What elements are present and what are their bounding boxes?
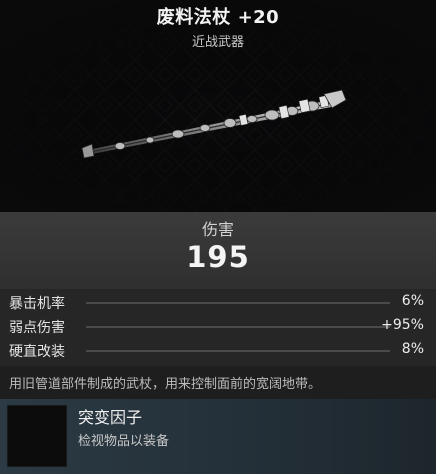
stat-value: 6% bbox=[401, 293, 424, 309]
mutator-slot-hint: 检视物品以装备 bbox=[78, 434, 170, 449]
scrap-staff-icon bbox=[81, 89, 347, 158]
damage-value: 195 bbox=[186, 240, 250, 274]
mutator-slot-title: 突变因子 bbox=[78, 408, 143, 427]
stat-name: 硬直改装 bbox=[9, 344, 65, 360]
mutator-slot-panel[interactable]: 突变因子 检视物品以装备 bbox=[0, 399, 436, 474]
item-type: 近战武器 bbox=[191, 35, 244, 50]
description-panel: 用旧管道部件制成的武杖，用来控制面前的宽阔地带。 bbox=[0, 366, 436, 399]
stat-row-crit-chance: 暴击机率 6% bbox=[0, 290, 436, 314]
stat-row-stagger: 硬直改装 8% bbox=[0, 338, 436, 362]
stats-panel: 暴击机率 6% 弱点伤害 +95% 硬直改装 8% bbox=[0, 289, 436, 366]
damage-panel: 伤害 195 bbox=[0, 212, 436, 289]
damage-label: 伤害 bbox=[201, 220, 234, 239]
item-tooltip: 废料法杖 +20 近战武器 伤害 195 暴击机率 6% 弱点伤害 +95% 硬… bbox=[0, 0, 436, 474]
item-name: 废料法杖 +20 bbox=[156, 7, 280, 28]
item-header: 废料法杖 +20 近战武器 bbox=[0, 0, 436, 212]
stat-row-weakspot: 弱点伤害 +95% bbox=[0, 314, 436, 338]
stat-value: 8% bbox=[401, 341, 424, 357]
stat-divider bbox=[86, 350, 390, 352]
stat-value: +95% bbox=[381, 317, 424, 333]
stat-divider bbox=[86, 326, 390, 328]
stat-name: 弱点伤害 bbox=[9, 320, 65, 336]
item-description: 用旧管道部件制成的武杖，用来控制面前的宽阔地带。 bbox=[9, 377, 322, 392]
stat-name: 暴击机率 bbox=[9, 296, 65, 312]
empty-mutator-slot-icon[interactable] bbox=[7, 405, 67, 467]
stat-divider bbox=[86, 302, 390, 304]
